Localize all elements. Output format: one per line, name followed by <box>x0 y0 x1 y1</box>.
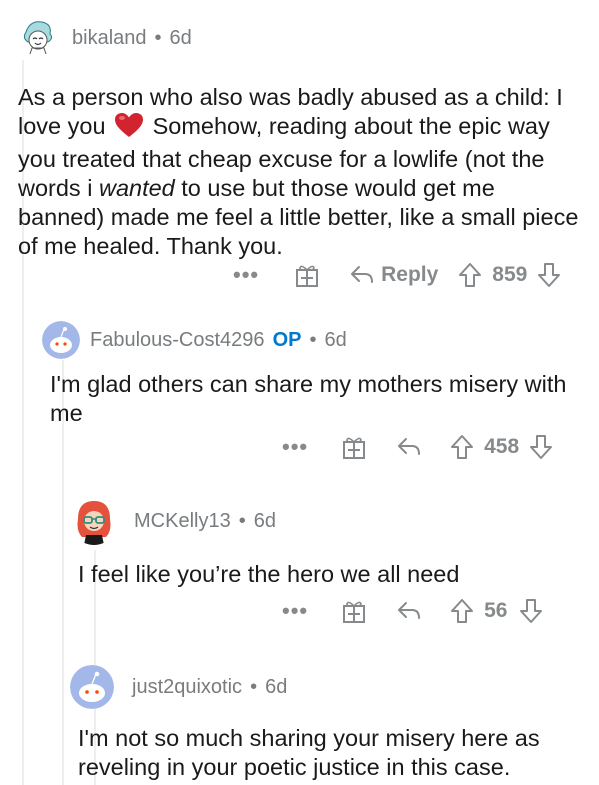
comment-actions: ••• 458 <box>282 430 553 464</box>
separator-dot: • <box>238 509 246 532</box>
comment-body: I'm not so much sharing your misery here… <box>78 725 540 780</box>
username[interactable]: just2quixotic <box>132 676 242 699</box>
comment-body: As a person who also was badly abused as… <box>18 83 583 261</box>
heart-emoji <box>114 112 144 145</box>
comment-body: I'm glad others can share my mothers mis… <box>50 371 567 426</box>
comment-header: just2quixotic • 6d <box>70 664 580 710</box>
comment-actions: ••• Reply 859 <box>233 258 561 292</box>
upvote-icon[interactable] <box>450 434 474 460</box>
comment-actions: ••• 56 <box>282 594 543 628</box>
avatar[interactable] <box>42 321 80 359</box>
timestamp: 6d <box>265 675 288 698</box>
separator-dot: • <box>154 26 162 49</box>
reply-button[interactable]: Reply <box>381 263 438 287</box>
comment: just2quixotic • 6d I'm not so much shari… <box>70 664 580 782</box>
avatar[interactable] <box>70 665 114 709</box>
upvote-icon[interactable] <box>450 598 474 624</box>
more-options-button[interactable]: ••• <box>233 262 259 288</box>
more-options-button[interactable]: ••• <box>282 598 308 624</box>
vote-count: 859 <box>492 263 528 286</box>
separator-dot: • <box>250 675 258 698</box>
reply-arrow-icon[interactable] <box>349 264 375 286</box>
reply-arrow-icon[interactable] <box>396 436 422 458</box>
avatar[interactable] <box>70 497 118 545</box>
emphasized-text: wanted <box>98 175 175 201</box>
timestamp: 6d <box>169 26 192 49</box>
vote-count: 56 <box>484 599 508 622</box>
comment-header: MCKelly13 • 6d <box>70 496 580 546</box>
timestamp: 6d <box>324 328 347 351</box>
downvote-icon[interactable] <box>519 598 543 624</box>
comment: bikaland • 6d As a person who also was b… <box>18 18 588 261</box>
award-icon[interactable] <box>295 262 319 288</box>
comment-meta: bikaland • 6d <box>72 27 192 50</box>
comment-header: bikaland • 6d <box>18 18 588 58</box>
downvote-icon[interactable] <box>537 262 561 288</box>
op-badge: OP <box>272 328 302 351</box>
vote-count: 458 <box>484 435 520 458</box>
separator-dot: • <box>309 328 317 351</box>
username[interactable]: MCKelly13 <box>134 510 231 533</box>
downvote-icon[interactable] <box>529 434 553 460</box>
award-icon[interactable] <box>342 434 366 460</box>
comment-header: Fabulous-Cost4296 OP • 6d <box>42 320 582 360</box>
reply-arrow-icon[interactable] <box>396 600 422 622</box>
more-options-button[interactable]: ••• <box>282 434 308 460</box>
upvote-icon[interactable] <box>458 262 482 288</box>
comment-meta: Fabulous-Cost4296 OP • 6d <box>90 329 347 352</box>
comment-meta: MCKelly13 • 6d <box>134 510 276 533</box>
comment-meta: just2quixotic • 6d <box>132 676 287 699</box>
comment: Fabulous-Cost4296 OP • 6d I'm glad other… <box>42 320 582 428</box>
comment: MCKelly13 • 6d I feel like you’re the he… <box>70 496 580 589</box>
avatar[interactable] <box>18 18 58 58</box>
award-icon[interactable] <box>342 598 366 624</box>
timestamp: 6d <box>253 509 276 532</box>
username[interactable]: Fabulous-Cost4296 <box>90 329 265 352</box>
username[interactable]: bikaland <box>72 27 147 50</box>
comment-body: I feel like you’re the hero we all need <box>78 561 460 587</box>
